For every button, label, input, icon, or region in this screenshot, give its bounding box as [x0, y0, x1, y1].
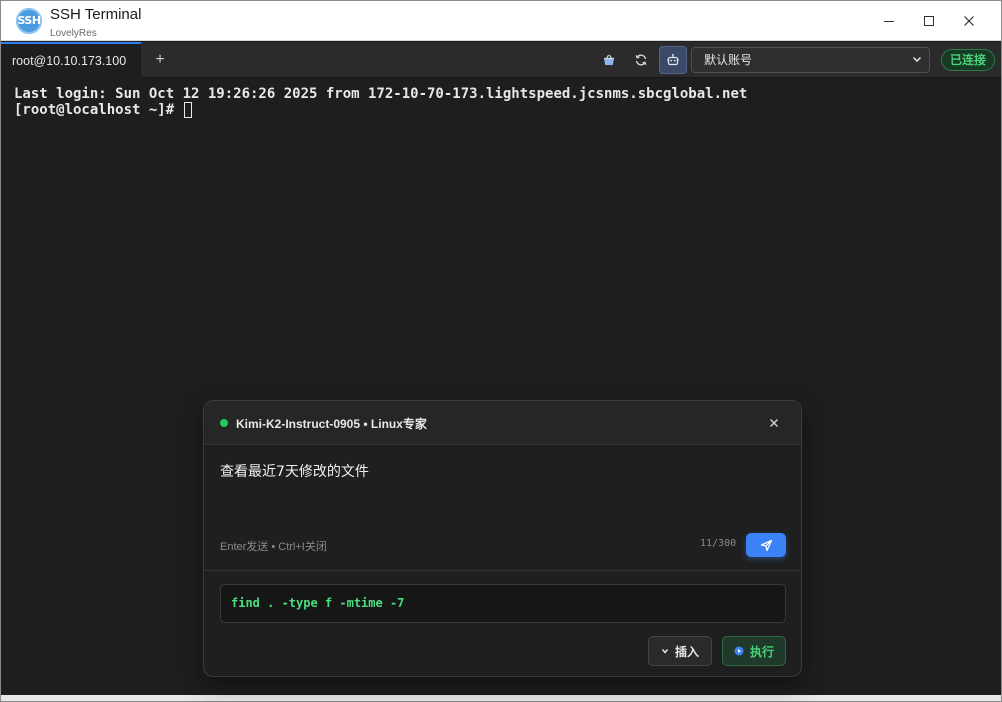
- connection-status-badge: 已连接: [941, 49, 995, 71]
- terminal-prompt: [root@localhost ~]#: [14, 102, 183, 118]
- ai-dialog-header: Kimi-K2-Instruct-0905 • Linux专家: [204, 401, 801, 445]
- ai-dialog-close-button[interactable]: [764, 413, 784, 433]
- new-tab-button[interactable]: +: [150, 50, 170, 70]
- ai-char-counter: 11/300: [700, 538, 737, 549]
- account-select[interactable]: 默认账号: [691, 47, 930, 73]
- maximize-button[interactable]: [909, 7, 949, 35]
- play-icon: [734, 646, 744, 656]
- minimize-button[interactable]: [869, 7, 909, 35]
- window-bottom-edge: [1, 695, 1001, 701]
- send-icon: [760, 539, 772, 551]
- ai-assistant-button[interactable]: [659, 46, 687, 74]
- account-select-value: 默认账号: [704, 53, 753, 67]
- chevron-down-icon: [661, 647, 669, 655]
- close-icon: [770, 419, 778, 427]
- app-logo: SSH: [16, 8, 42, 34]
- app-window: SSH SSH Terminal LovelyRes root@10.10.17…: [0, 0, 1002, 702]
- robot-icon: [667, 53, 679, 66]
- insert-button[interactable]: 插入: [648, 636, 712, 666]
- terminal-prompt-line: [root@localhost ~]#: [14, 102, 192, 118]
- model-status-dot: [220, 419, 228, 427]
- ai-assistant-dialog: Kimi-K2-Instruct-0905 • Linux专家 查看最近7天修改…: [203, 400, 802, 677]
- window-subtitle: LovelyRes: [50, 28, 97, 39]
- execute-label: 执行: [749, 644, 774, 659]
- refresh-icon: [635, 54, 647, 66]
- divider: [204, 570, 801, 571]
- ai-shortcut-hint: Enter发送 • Ctrl+I关闭: [220, 541, 327, 553]
- maximize-icon: [924, 16, 934, 26]
- basket-button[interactable]: [596, 48, 622, 72]
- chevron-down-icon: [912, 56, 922, 63]
- close-button[interactable]: [949, 7, 989, 35]
- tab-bar: root@10.10.173.100 + 默认账号 已连接: [1, 42, 1001, 78]
- ai-prompt-input[interactable]: 查看最近7天修改的文件: [220, 461, 780, 521]
- refresh-button[interactable]: [628, 48, 654, 72]
- terminal-line: Last login: Sun Oct 12 19:26:26 2025 fro…: [14, 86, 748, 102]
- minimize-icon: [884, 21, 894, 22]
- terminal-cursor: [183, 102, 192, 118]
- ai-model-title: Kimi-K2-Instruct-0905 • Linux专家: [236, 417, 427, 431]
- ai-send-button[interactable]: [746, 533, 786, 557]
- basket-icon: [604, 54, 614, 65]
- execute-button[interactable]: 执行: [722, 636, 786, 666]
- ai-generated-command[interactable]: find . -type f -mtime -7: [220, 584, 786, 623]
- tab-session[interactable]: root@10.10.173.100: [1, 42, 141, 78]
- close-icon: [964, 16, 974, 26]
- insert-label: 插入: [674, 644, 699, 659]
- window-title: SSH Terminal: [50, 6, 142, 23]
- title-bar[interactable]: SSH SSH Terminal LovelyRes: [1, 1, 1001, 41]
